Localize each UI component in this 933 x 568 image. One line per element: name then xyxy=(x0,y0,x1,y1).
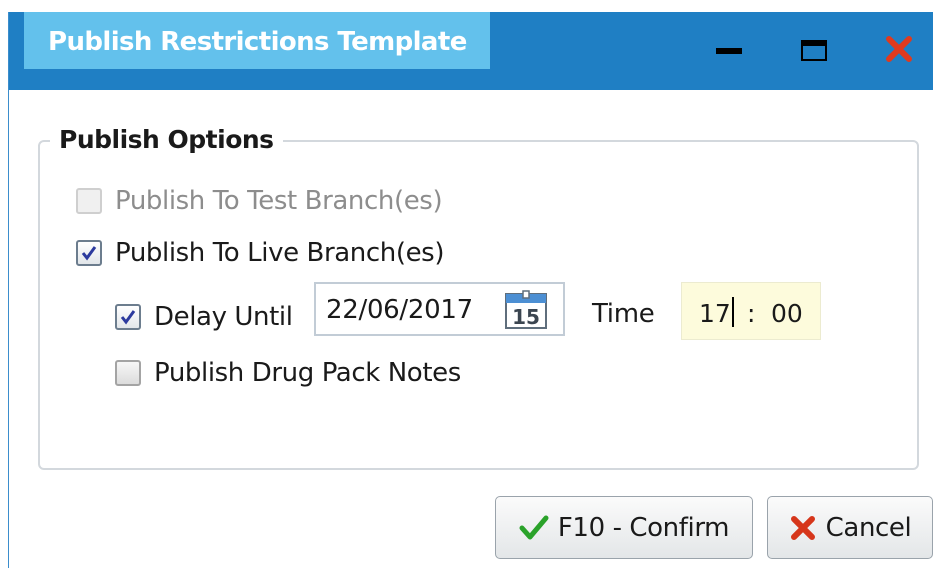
delay-date-field[interactable]: 22/06/2017 15 xyxy=(314,282,565,336)
time-hour-value[interactable]: 17 xyxy=(699,299,731,328)
time-separator: : xyxy=(747,299,756,328)
delay-date-value: 22/06/2017 xyxy=(326,295,473,325)
checkmark-icon xyxy=(81,246,97,261)
publish-live-branches-label: Publish To Live Branch(es) xyxy=(115,238,445,268)
text-caret xyxy=(732,297,734,327)
maximize-icon xyxy=(801,40,827,61)
confirm-button-label: F10 - Confirm xyxy=(557,512,730,543)
delay-until-label: Delay Until xyxy=(154,302,293,332)
checkmark-icon xyxy=(120,310,136,325)
cancel-button-label: Cancel xyxy=(825,512,912,543)
publish-drug-pack-notes-checkbox[interactable] xyxy=(115,360,141,386)
group-title: Publish Options xyxy=(50,125,283,154)
minimize-button[interactable] xyxy=(709,32,749,66)
close-icon xyxy=(886,36,912,62)
publish-drug-pack-notes-option[interactable]: Publish Drug Pack Notes xyxy=(115,358,461,388)
publish-test-branches-checkbox[interactable] xyxy=(76,188,102,214)
publish-live-branches-option[interactable]: Publish To Live Branch(es) xyxy=(76,238,444,268)
time-input[interactable]: 17 : 00 xyxy=(681,282,821,340)
checkmark-icon xyxy=(519,515,549,539)
publish-test-branches-option[interactable]: Publish To Test Branch(es) xyxy=(76,186,443,216)
maximize-button[interactable] xyxy=(795,32,835,66)
publish-drug-pack-notes-label: Publish Drug Pack Notes xyxy=(154,358,461,388)
publish-live-branches-checkbox[interactable] xyxy=(76,240,102,266)
window-title: Publish Restrictions Template xyxy=(48,27,467,57)
calendar-day: 15 xyxy=(512,305,540,329)
delay-until-checkbox[interactable] xyxy=(115,304,141,330)
minimize-icon xyxy=(716,48,742,54)
delay-until-option[interactable]: Delay Until xyxy=(115,302,293,332)
time-minute-value[interactable]: 00 xyxy=(771,299,803,328)
title-bar[interactable]: Publish Restrictions Template xyxy=(9,12,933,90)
publish-test-branches-label: Publish To Test Branch(es) xyxy=(115,186,443,216)
dialog-window: Publish Restrictions Template Publish Op… xyxy=(8,12,933,568)
cross-icon xyxy=(790,515,815,540)
cancel-button[interactable]: Cancel xyxy=(767,496,933,559)
close-button[interactable] xyxy=(879,32,919,66)
time-label: Time xyxy=(592,299,655,329)
calendar-icon[interactable]: 15 xyxy=(504,290,548,330)
confirm-button[interactable]: F10 - Confirm xyxy=(495,496,753,559)
